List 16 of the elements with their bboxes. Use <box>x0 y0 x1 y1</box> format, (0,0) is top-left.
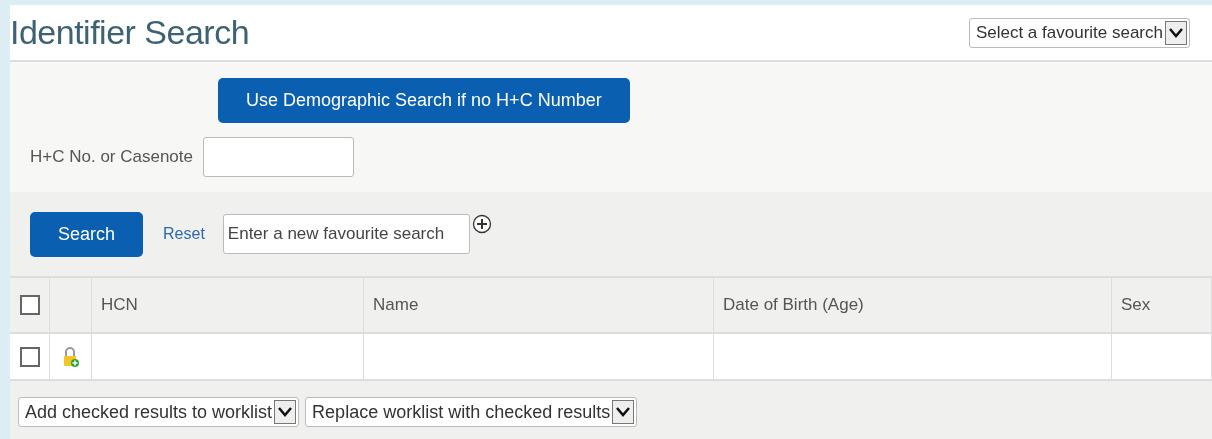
caret-icon <box>1165 20 1187 45</box>
caret-icon <box>612 400 635 424</box>
checkbox[interactable] <box>19 295 40 315</box>
hcn-input-field[interactable] <box>203 137 354 177</box>
field-label: H+C No. or Casenote <box>30 147 193 167</box>
page-title: Identifier Search <box>10 13 250 52</box>
caret-icon <box>274 400 297 424</box>
demographic-search-button[interactable]: Use Demographic Search if no H+C Number <box>218 78 630 123</box>
favourite-search-select[interactable]: Select a favourite search <box>968 17 1190 48</box>
checkbox[interactable] <box>19 346 40 367</box>
reset-link[interactable]: Reset <box>163 225 205 243</box>
favourite-name-field[interactable]: Enter a new favourite search <box>222 214 470 254</box>
search-button[interactable]: Search <box>30 211 144 257</box>
worklist-select[interactable]: Replace worklist with checked results <box>305 397 638 427</box>
worklist-select[interactable]: Add checked results to worklist <box>18 397 300 427</box>
add-icon[interactable] <box>471 214 492 234</box>
